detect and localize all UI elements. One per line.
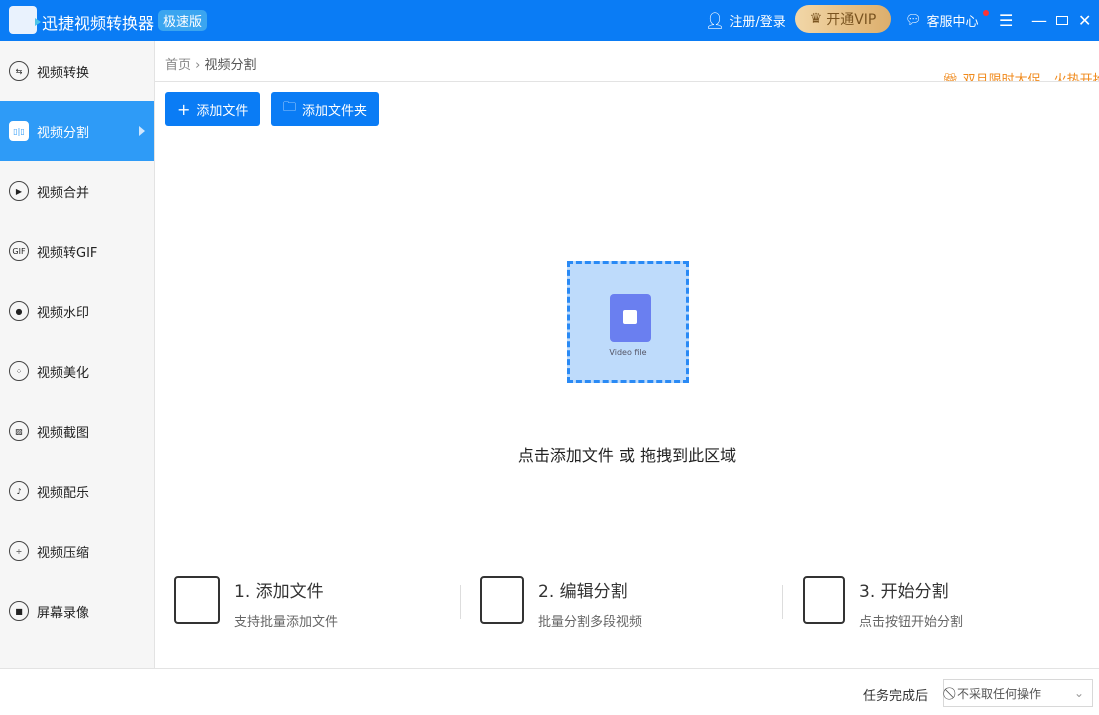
sidebar-item-3[interactable]: GIF 视频转GIF	[0, 221, 154, 281]
plus-icon: +	[177, 99, 191, 119]
sidebar-item-1[interactable]: ▯|▯ 视频分割	[0, 101, 154, 161]
folder-icon: 🗀	[283, 100, 297, 115]
sidebar-item-label: 视频转换	[37, 65, 90, 81]
login-button[interactable]: 👤︎ 注册/登录	[705, 0, 786, 41]
sidebar-icon: ▶	[9, 181, 29, 201]
sidebar-item-label: 视频截图	[37, 425, 90, 441]
sidebar-icon: ⁘	[9, 361, 29, 381]
sidebar-icon: ●	[9, 301, 29, 321]
app-logo-icon	[9, 6, 41, 34]
sidebar-item-2[interactable]: ▶ 视频合并	[0, 161, 154, 221]
sidebar-item-6[interactable]: ▨ 视频截图	[0, 401, 154, 461]
breadcrumb: 首页 › 视频分割	[165, 58, 257, 73]
arrow-right-icon	[139, 126, 145, 136]
title-bar: 迅捷视频转换器 极速版 👤︎ 注册/登录 ♛ 开通VIP 💬︎ 客服中心 ☰ — ✕	[0, 0, 1099, 41]
step-add-file: 1. 添加文件 支持批量添加文件	[174, 576, 338, 630]
sidebar-item-label: 视频美化	[37, 365, 90, 381]
sidebar: ⇆ 视频转换 ▯|▯ 视频分割 ▶ 视频合并 GIF 视频转GIF ● 视频水印 ⁘ 视频美化 ▨ 视频截…	[0, 41, 155, 668]
sidebar-item-7[interactable]: ♪ 视频配乐	[0, 461, 154, 521]
sidebar-item-label: 视频水印	[37, 305, 90, 321]
promo-banner[interactable]: 🎁︎ 双旦限时大促，火热开抢	[942, 72, 1099, 81]
sidebar-item-label: 屏幕录像	[37, 605, 90, 621]
sidebar-item-0[interactable]: ⇆ 视频转换	[0, 41, 154, 101]
sidebar-item-label: 视频配乐	[37, 485, 90, 501]
step-edit-split: 2. 编辑分割 批量分割多段视频	[480, 576, 642, 630]
edition-badge: 极速版	[158, 10, 208, 31]
app-title: 迅捷视频转换器	[42, 14, 155, 33]
crown-icon: ♛	[809, 11, 823, 27]
clapperboard-icon	[803, 576, 845, 624]
after-task-select[interactable]: ⃠不采取任何操作⌄	[943, 679, 1093, 707]
split-icon	[480, 576, 524, 624]
footer: 任务完成后 ⃠不采取任何操作⌄	[0, 668, 1099, 715]
close-icon[interactable]: ✕	[1078, 0, 1091, 41]
sidebar-item-4[interactable]: ● 视频水印	[0, 281, 154, 341]
sidebar-icon: ⇆	[9, 61, 29, 81]
breadcrumb-home[interactable]: 首页	[165, 58, 191, 73]
menu-icon[interactable]: ☰	[999, 0, 1013, 41]
sidebar-icon: GIF	[9, 241, 29, 261]
sidebar-item-5[interactable]: ⁘ 视频美化	[0, 341, 154, 401]
user-icon: 👤︎	[705, 11, 726, 30]
divider	[155, 81, 1099, 82]
after-task-label: 任务完成后	[863, 689, 929, 704]
divider	[782, 585, 783, 619]
add-file-icon	[174, 576, 220, 624]
support-button[interactable]: 💬︎ 客服中心	[905, 0, 979, 41]
sidebar-icon: ÷	[9, 541, 29, 561]
drop-hint: 点击添加文件 或 拖拽到此区域	[517, 446, 737, 465]
sidebar-icon: ▯|▯	[9, 121, 29, 141]
sidebar-icon: ■	[9, 601, 29, 621]
notification-dot	[983, 10, 989, 16]
vip-button[interactable]: ♛ 开通VIP	[795, 5, 891, 33]
chevron-down-icon: ⌄	[1073, 686, 1084, 700]
breadcrumb-current: 视频分割	[204, 58, 257, 73]
video-file-icon	[610, 294, 651, 342]
maximize-icon[interactable]	[1056, 0, 1068, 41]
add-file-button[interactable]: + 添加文件	[165, 92, 261, 126]
divider	[460, 585, 461, 619]
sidebar-icon: ▨	[9, 421, 29, 441]
sidebar-item-8[interactable]: ÷ 视频压缩	[0, 521, 154, 581]
minimize-icon[interactable]: —	[1031, 0, 1047, 41]
step-start-split: 3. 开始分割 点击按钮开始分割	[803, 576, 963, 630]
sidebar-item-9[interactable]: ■ 屏幕录像	[0, 581, 154, 641]
sidebar-item-label: 视频转GIF	[37, 245, 98, 261]
sidebar-item-label: 视频分割	[37, 125, 90, 141]
add-folder-button[interactable]: 🗀 添加文件夹	[271, 92, 380, 126]
chat-icon: 💬︎	[905, 13, 922, 28]
drop-zone[interactable]: Video file	[567, 261, 689, 383]
sidebar-icon: ♪	[9, 481, 29, 501]
sidebar-item-label: 视频合并	[37, 185, 90, 201]
sidebar-item-label: 视频压缩	[37, 545, 90, 561]
